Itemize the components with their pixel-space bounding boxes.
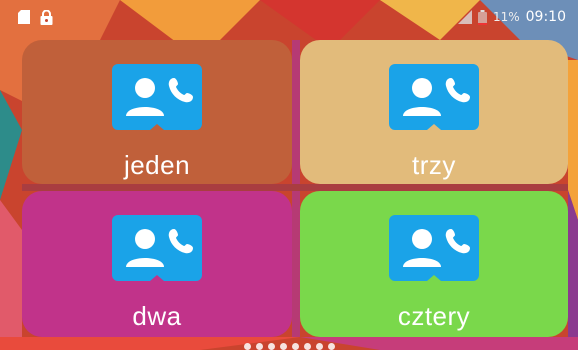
page-dot[interactable]: [280, 343, 287, 350]
contact-tile-dwa[interactable]: dwa: [22, 191, 292, 337]
page-dot[interactable]: [256, 343, 263, 350]
tile-label: cztery: [397, 301, 471, 331]
clock: 09:10: [525, 9, 566, 25]
contact-phone-icon: [389, 64, 479, 130]
page-indicator: [244, 343, 335, 350]
tile-label: jeden: [123, 150, 191, 180]
status-bar: 11% 09:10: [0, 0, 578, 34]
contact-tile-jeden[interactable]: jeden: [22, 40, 292, 184]
battery-icon: [477, 9, 487, 25]
page-dot[interactable]: [316, 343, 323, 350]
tile-label: trzy: [412, 150, 456, 180]
battery-percent: 11%: [492, 10, 520, 24]
page-dot[interactable]: [304, 343, 311, 350]
contact-tile-trzy[interactable]: trzy: [300, 40, 568, 184]
page-dot[interactable]: [244, 343, 251, 350]
page-dot[interactable]: [268, 343, 275, 350]
lock-icon: [40, 10, 53, 25]
tile-label: dwa: [132, 301, 182, 331]
page-dot[interactable]: [328, 343, 335, 350]
sd-card-icon: [18, 10, 30, 24]
contact-phone-icon: [112, 215, 202, 281]
contact-tile-cztery[interactable]: cztery: [300, 191, 568, 337]
signal-icon: [457, 10, 472, 24]
contact-phone-icon: [389, 215, 479, 281]
contact-phone-icon: [112, 64, 202, 130]
page-dot[interactable]: [292, 343, 299, 350]
